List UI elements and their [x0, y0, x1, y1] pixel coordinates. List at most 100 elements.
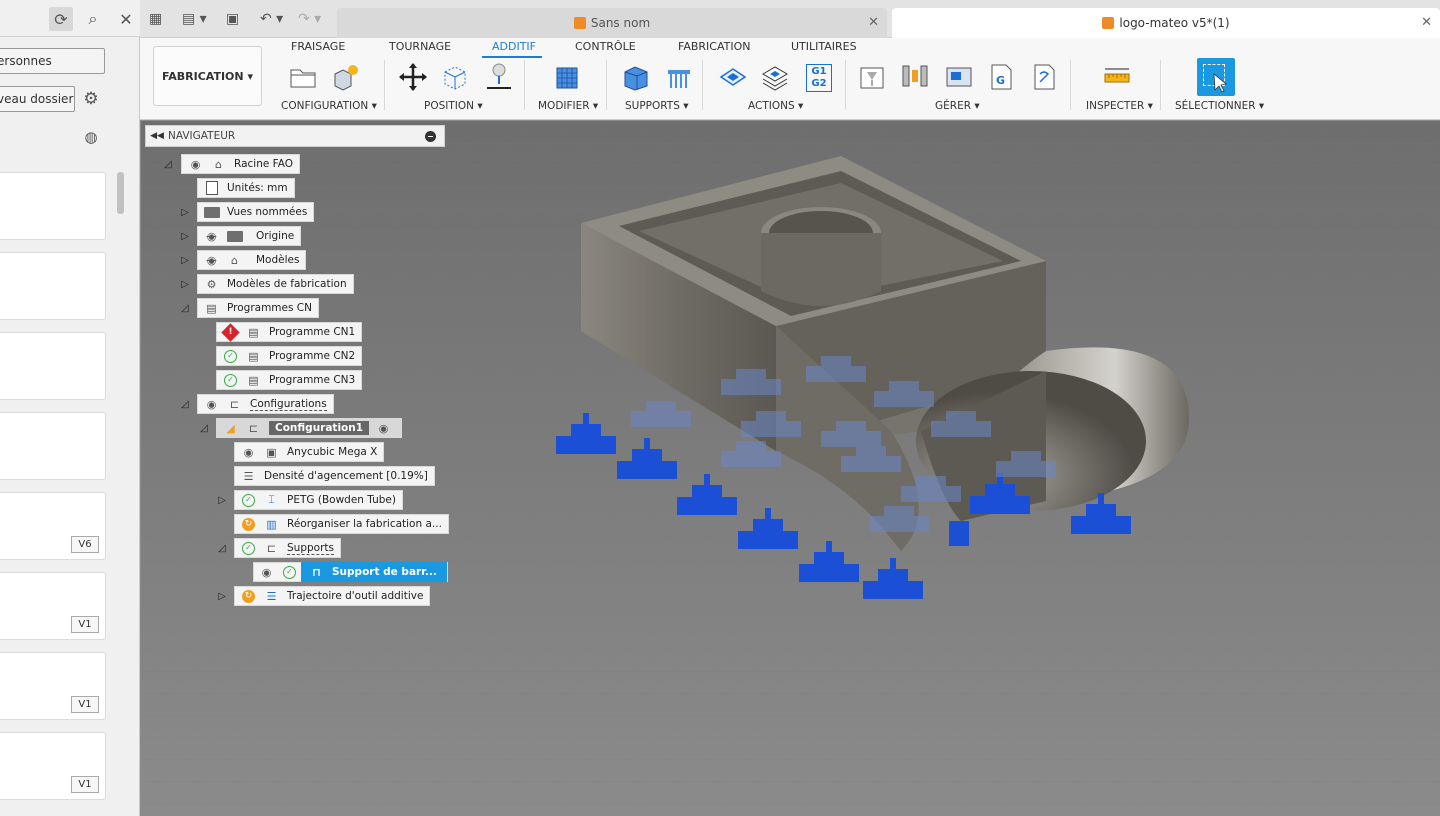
tab-additif[interactable]: ADDITIF [492, 40, 536, 53]
tab-sans-nom[interactable]: Sans nom ✕ [337, 8, 887, 38]
tab-controle[interactable]: CONTRÔLE [575, 40, 636, 53]
tree-node-nc-program-3[interactable]: ✓ ▤ Programme CN3 [216, 370, 363, 390]
data-card[interactable]: V1 [0, 572, 106, 640]
supports-group-label[interactable]: SUPPORTS ▾ [625, 100, 689, 112]
close-tab-icon[interactable]: ✕ [868, 15, 879, 30]
measure-icon[interactable] [1102, 62, 1132, 92]
refresh-icon[interactable]: ⟳ [49, 7, 73, 31]
data-panel-scrollbar[interactable] [117, 172, 124, 214]
modifier-group-label[interactable]: MODIFIER ▾ [538, 100, 598, 112]
tree-node-root[interactable]: ◿ ◉ ⌂ Racine FAO [162, 154, 300, 174]
node-box[interactable]: ✓ ⌶ PETG (Bowden Tube) [234, 490, 403, 510]
expand-toggle-icon[interactable]: ◿ [216, 542, 228, 554]
post-library-icon[interactable] [944, 62, 974, 92]
redo-icon[interactable]: ↷ ▾ [298, 9, 321, 29]
new-folder-button[interactable]: veau dossier [0, 86, 75, 112]
expand-toggle-icon[interactable]: ▷ [179, 278, 191, 290]
share-people-field[interactable]: ersonnes [0, 48, 105, 74]
close-tab-icon[interactable]: ✕ [1421, 15, 1432, 30]
visibility-eye-icon[interactable]: ◉ [258, 565, 275, 580]
tab-utilitaires[interactable]: UTILITAIRES [791, 40, 857, 53]
nc-program-icon[interactable]: G [986, 62, 1016, 92]
expand-toggle-icon[interactable]: ▷ [216, 494, 228, 506]
tab-logo-mateo[interactable]: logo-mateo v5*(1) ✕ [892, 8, 1440, 38]
selectionner-group-label[interactable]: SÉLECTIONNER ▾ [1175, 100, 1264, 112]
undo-icon[interactable]: ↶ ▾ [260, 9, 283, 29]
node-box[interactable]: ◉ ✓ ⊓ Support de barr... [253, 562, 448, 582]
tree-node-setup-1[interactable]: ◿ ◢ ⊏ Configuration1 ◉ [198, 418, 403, 438]
grid-menu-icon[interactable]: ▦ [149, 9, 162, 29]
data-card[interactable] [0, 252, 106, 320]
data-card[interactable] [0, 412, 106, 480]
select-tool-icon[interactable] [1197, 58, 1235, 96]
expand-toggle-icon[interactable]: ◿ [162, 158, 174, 170]
tab-fraisage[interactable]: FRAISAGE [291, 40, 345, 53]
bar-support-icon[interactable] [664, 62, 694, 92]
version-dropdown[interactable]: V6 [71, 536, 99, 553]
expand-toggle-icon[interactable]: ▷ [179, 254, 191, 266]
selected-node-highlight[interactable]: ⊓ Support de barr... [301, 562, 447, 582]
gear-icon[interactable]: ⚙ [79, 87, 103, 111]
machine-library-icon[interactable] [900, 62, 930, 92]
expand-toggle-icon[interactable]: ▷ [216, 590, 228, 602]
visibility-eye-icon[interactable]: ◉ [240, 445, 257, 460]
template-library-icon[interactable] [1029, 62, 1059, 92]
tree-node-fabrication-models[interactable]: ▷ ⚙ Modèles de fabrication [179, 274, 354, 294]
collapse-panel-icon[interactable]: ◀◀ [146, 131, 168, 141]
tool-library-icon[interactable] [857, 62, 887, 92]
node-box[interactable]: ☰ Densité d'agencement [0.19%] [234, 466, 435, 486]
node-box[interactable]: ◉ ▣ Anycubic Mega X [234, 442, 385, 462]
node-box[interactable]: ⚙ Modèles de fabrication [197, 274, 354, 294]
tree-node-toolpath[interactable]: ▷ ↻ ☰ Trajectoire d'outil additive [216, 586, 431, 606]
tree-node-bar-support[interactable]: ◉ ✓ ⊓ Support de barr... [253, 562, 448, 582]
hidden-eye-icon[interactable]: ◉ [203, 229, 220, 244]
tree-node-nc-program-2[interactable]: ✓ ▤ Programme CN2 [216, 346, 363, 366]
node-box[interactable]: ✓ ▤ Programme CN3 [216, 370, 363, 390]
expand-toggle-icon[interactable]: ◿ [198, 422, 210, 434]
move-icon[interactable] [398, 62, 428, 92]
tree-node-arrange[interactable]: ↻ ▥ Réorganiser la fabrication a... [234, 514, 449, 534]
tree-node-machine[interactable]: ◉ ▣ Anycubic Mega X [234, 442, 385, 462]
version-dropdown[interactable]: V1 [71, 776, 99, 793]
tree-node-units[interactable]: Unités: mm [197, 178, 295, 198]
position-group-label[interactable]: POSITION ▾ [424, 100, 483, 112]
version-dropdown[interactable]: V1 [71, 616, 99, 633]
tree-node-named-views[interactable]: ▷ Vues nommées [179, 202, 315, 222]
node-box[interactable]: ↻ ☰ Trajectoire d'outil additive [234, 586, 431, 606]
node-box[interactable]: Unités: mm [197, 178, 295, 198]
activate-radio-icon[interactable]: ◉ [375, 421, 392, 436]
expand-toggle-icon[interactable]: ▷ [179, 230, 191, 242]
data-card[interactable]: V6 [0, 492, 106, 560]
node-box[interactable]: ◉ ⌂ Modèles [197, 250, 307, 270]
workspace-switcher[interactable]: FABRICATION ▾ [153, 46, 262, 106]
tree-node-nc-program-1[interactable]: ! ▤ Programme CN1 [216, 322, 363, 342]
simulate-icon[interactable] [760, 62, 790, 92]
visibility-eye-icon[interactable]: ◉ [187, 157, 204, 172]
globe-icon[interactable]: ◍ [79, 125, 103, 149]
tree-node-material[interactable]: ▷ ✓ ⌶ PETG (Bowden Tube) [216, 490, 403, 510]
visibility-eye-icon[interactable]: ◉ [203, 397, 220, 412]
data-card[interactable] [0, 332, 106, 400]
hidden-eye-icon[interactable]: ◉ [203, 253, 220, 268]
file-menu-icon[interactable]: ▤ ▾ [182, 9, 207, 29]
data-card[interactable] [0, 172, 106, 240]
expand-toggle-icon[interactable]: ▷ [179, 206, 191, 218]
tree-node-supports[interactable]: ◿ ✓ ⊏ Supports [216, 538, 341, 558]
close-icon[interactable]: ✕ [114, 7, 138, 31]
modify-mesh-icon[interactable] [552, 62, 582, 92]
node-box[interactable]: ▤ Programmes CN [197, 298, 319, 318]
tree-node-setups[interactable]: ◿ ◉ ⊏ Configurations [179, 394, 334, 414]
node-box[interactable]: ◉ ⊏ Configurations [197, 394, 334, 414]
node-box[interactable]: ! ▤ Programme CN1 [216, 322, 363, 342]
save-icon[interactable]: ▣ [226, 9, 239, 29]
new-setup-icon[interactable] [330, 62, 360, 92]
search-icon[interactable]: ⌕ [81, 7, 105, 31]
volume-support-icon[interactable] [621, 62, 651, 92]
tab-tournage[interactable]: TOURNAGE [389, 40, 451, 53]
tree-node-nc-programs[interactable]: ◿ ▤ Programmes CN [179, 298, 319, 318]
node-box[interactable]: ✓ ⊏ Supports [234, 538, 341, 558]
drop-to-platform-icon[interactable] [484, 62, 514, 92]
node-box[interactable]: ◉ Origine [197, 226, 302, 246]
node-box[interactable]: Vues nommées [197, 202, 315, 222]
configuration-group-label[interactable]: CONFIGURATION ▾ [281, 100, 377, 112]
